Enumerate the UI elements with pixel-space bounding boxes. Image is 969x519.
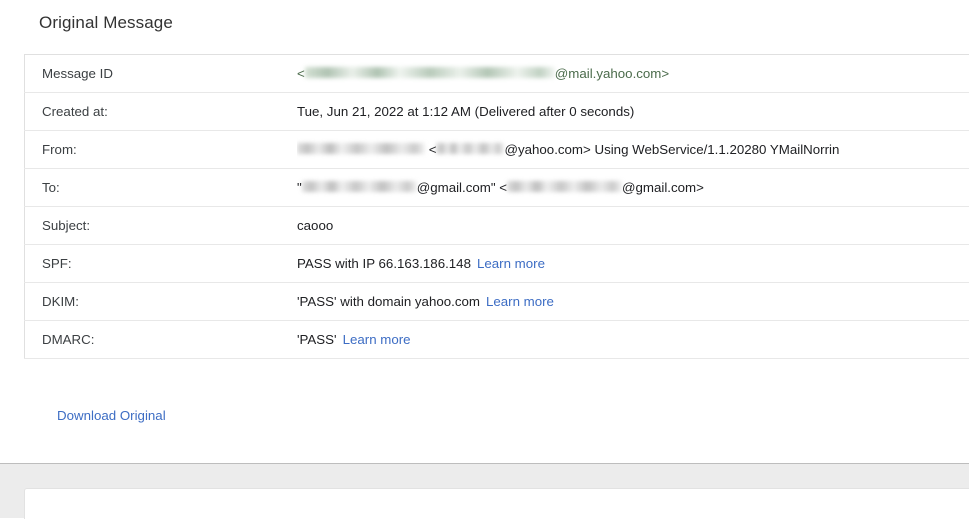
- to-middle-text: @gmail.com" <: [417, 180, 507, 195]
- row-label-created-at: Created at:: [25, 93, 298, 131]
- message-details-body: Message ID < @mail.yahoo.com> Created at:…: [25, 55, 969, 359]
- redacted-to-address-local: [507, 181, 622, 192]
- table-row: Subject: caooo: [25, 207, 969, 245]
- row-label-spf: SPF:: [25, 245, 298, 283]
- message-id-value: < @mail.yahoo.com>: [297, 65, 669, 83]
- table-row: From: < @yahoo.com> Using WebService/1.1.…: [25, 131, 969, 169]
- dmarc-learn-more-link[interactable]: Learn more: [343, 332, 411, 347]
- redacted-from-local-part: [436, 143, 504, 154]
- row-value-spf: PASS with IP 66.163.186.148 Learn more: [297, 245, 969, 283]
- dkim-value: 'PASS' with domain yahoo.com: [297, 293, 480, 311]
- row-value-from: < @yahoo.com> Using WebService/1.1.20280 …: [297, 131, 969, 169]
- row-value-message-id: < @mail.yahoo.com>: [297, 55, 969, 93]
- message-details-table: Message ID < @mail.yahoo.com> Created at:…: [24, 54, 969, 359]
- table-row: Created at: Tue, Jun 21, 2022 at 1:12 AM…: [25, 93, 969, 131]
- redacted-message-id-local: [305, 67, 555, 78]
- row-label-dkim: DKIM:: [25, 283, 298, 321]
- message-id-domain: @mail.yahoo.com>: [555, 66, 669, 81]
- table-row: SPF: PASS with IP 66.163.186.148 Learn mo…: [25, 245, 969, 283]
- row-value-dmarc: 'PASS' Learn more: [297, 321, 969, 359]
- row-label-dmarc: DMARC:: [25, 321, 298, 359]
- created-at-value: Tue, Jun 21, 2022 at 1:12 AM (Delivered …: [297, 103, 634, 121]
- row-value-subject: caooo: [297, 207, 969, 245]
- from-domain-and-agent: @yahoo.com> Using WebService/1.1.20280 Y…: [504, 142, 839, 157]
- dkim-learn-more-link[interactable]: Learn more: [486, 294, 554, 309]
- original-message-view: Original Message Message ID < @mail.yahoo…: [0, 0, 969, 464]
- to-value: "@gmail.com" <@gmail.com>: [297, 179, 704, 197]
- dmarc-value: 'PASS': [297, 331, 337, 349]
- table-row: DMARC: 'PASS' Learn more: [25, 321, 969, 359]
- row-value-created-at: Tue, Jun 21, 2022 at 1:12 AM (Delivered …: [297, 93, 969, 131]
- from-angle-open: <: [425, 142, 436, 157]
- table-row: DKIM: 'PASS' with domain yahoo.com Learn …: [25, 283, 969, 321]
- row-label-from: From:: [25, 131, 298, 169]
- row-label-subject: Subject:: [25, 207, 298, 245]
- subject-value: caooo: [297, 217, 333, 235]
- spf-value: PASS with IP 66.163.186.148: [297, 255, 471, 273]
- from-value: < @yahoo.com> Using WebService/1.1.20280 …: [297, 141, 839, 159]
- row-value-dkim: 'PASS' with domain yahoo.com Learn more: [297, 283, 969, 321]
- redacted-to-display-local: [302, 181, 417, 192]
- row-value-to: "@gmail.com" <@gmail.com>: [297, 169, 969, 207]
- table-row: Message ID < @mail.yahoo.com>: [25, 55, 969, 93]
- row-label-message-id: Message ID: [25, 55, 298, 93]
- lower-content-panel: [24, 488, 969, 519]
- table-row: To: "@gmail.com" <@gmail.com>: [25, 169, 969, 207]
- angle-open-bracket: <: [297, 66, 305, 81]
- page-title: Original Message: [39, 13, 173, 33]
- download-original-link[interactable]: Download Original: [57, 408, 166, 423]
- to-tail-text: @gmail.com>: [622, 180, 704, 195]
- redacted-from-display-name: [297, 143, 425, 154]
- spf-learn-more-link[interactable]: Learn more: [477, 256, 545, 271]
- row-label-to: To:: [25, 169, 298, 207]
